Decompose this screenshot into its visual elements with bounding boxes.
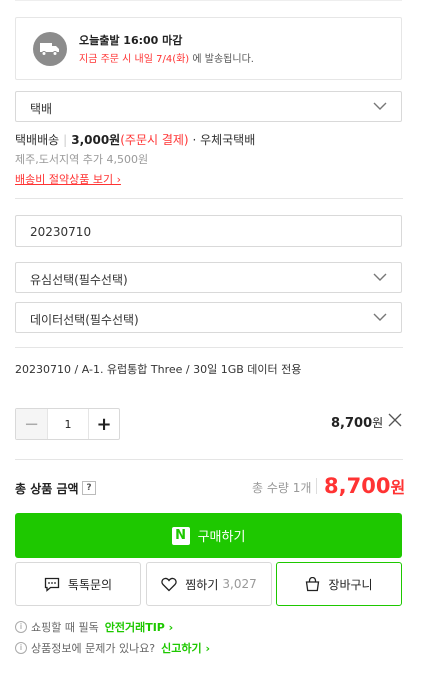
usim-select[interactable]: 유심선택(필수선택)	[15, 262, 402, 293]
shipping-title: 오늘출발 16:00 마감	[79, 34, 183, 47]
delivery-fee: 3,000원	[71, 133, 121, 147]
safe-trade-link[interactable]: 안전거래TIP ›	[105, 619, 174, 635]
divider	[15, 198, 403, 199]
cart-icon	[306, 576, 320, 591]
buy-button[interactable]: N 구매하기	[15, 513, 402, 558]
npay-icon: N	[171, 526, 190, 545]
total-quantity: 총 수량 1개	[252, 481, 312, 495]
option-price: 8,700원	[331, 414, 383, 431]
divider	[15, 459, 403, 460]
chat-icon	[44, 577, 60, 592]
chevron-down-icon	[373, 313, 387, 321]
shipping-subtitle: 지금 주문 시 내일 7/4(화) 에 발송됩니다.	[79, 50, 254, 65]
safe-trade-notice: i 쇼핑할 때 필독 안전거래TIP ›	[15, 619, 173, 635]
help-icon[interactable]: ?	[82, 481, 96, 495]
shipping-date: 지금 주문 시 내일 7/4(화)	[79, 54, 190, 65]
buy-button-label: 구매하기	[197, 530, 246, 545]
wishlist-count: 3,027	[222, 577, 257, 591]
option-price-unit: 원	[372, 416, 384, 430]
shipping-notice: 오늘출발 16:00 마감 지금 주문 시 내일 7/4(화) 에 발송됩니다.	[15, 17, 402, 80]
truck-icon	[33, 32, 67, 66]
top-divider	[15, 0, 402, 1]
heart-icon	[161, 577, 177, 591]
close-icon[interactable]	[388, 413, 402, 427]
usim-select-value: 유심선택(필수선택)	[30, 273, 128, 287]
cart-label: 장바구니	[328, 577, 373, 592]
quantity-stepper: − 1 +	[15, 408, 120, 440]
quantity-decrease-button[interactable]: −	[16, 409, 48, 439]
quantity-value[interactable]: 1	[48, 409, 88, 439]
delivery-method-select[interactable]: 택배	[15, 91, 402, 122]
delivery-method-text: 택배배송	[15, 133, 60, 147]
talk-inquiry-label: 톡톡문의	[67, 577, 113, 592]
report-text: 상품정보에 문제가 있나요?	[31, 642, 156, 655]
total-label: 총 상품 금액	[15, 482, 79, 496]
report-notice: i 상품정보에 문제가 있나요? 신고하기 ›	[15, 640, 210, 656]
delivery-fee-line: 택배배송 | 3,000원(주문시 결제) · 우체국택배	[15, 133, 256, 147]
wishlist-label: 찜하기	[185, 577, 219, 592]
total-price: 8,700원	[324, 474, 405, 498]
total-price-unit: 원	[390, 478, 406, 497]
data-select-value: 데이터선택(필수선택)	[30, 313, 139, 327]
selected-option-name: 20230710 / A-1. 유럽통합 Three / 30일 1GB 데이터…	[15, 363, 302, 376]
total-price-value: 8,700	[324, 474, 391, 498]
report-link[interactable]: 신고하기 ›	[161, 640, 210, 656]
date-input-value: 20230710	[30, 225, 92, 239]
shipping-saving-link[interactable]: 배송비 절약상품 보기 ›	[15, 171, 121, 187]
delivery-fee-note: (주문시 결제)	[120, 133, 189, 147]
date-input[interactable]: 20230710	[15, 215, 402, 247]
cart-button[interactable]: 장바구니	[276, 562, 402, 606]
safe-trade-text: 쇼핑할 때 필독	[31, 621, 99, 634]
delivery-carrier: · 우체국택배	[192, 133, 256, 147]
info-icon: i	[15, 642, 27, 654]
chevron-down-icon	[373, 273, 387, 281]
wishlist-button[interactable]: 찜하기 3,027	[146, 562, 272, 606]
shipping-subtitle-rest: 에 발송됩니다.	[189, 54, 254, 65]
info-icon: i	[15, 621, 27, 633]
divider	[15, 347, 403, 348]
option-price-value: 8,700	[331, 416, 373, 431]
quantity-increase-button[interactable]: +	[88, 409, 119, 439]
data-select[interactable]: 데이터선택(필수선택)	[15, 302, 402, 333]
chevron-down-icon	[373, 102, 387, 110]
delivery-extra-fee: 제주,도서지역 추가 4,500원	[15, 153, 149, 166]
total-divider	[316, 478, 317, 494]
delivery-method-value: 택배	[30, 102, 53, 116]
talk-inquiry-button[interactable]: 톡톡문의	[15, 562, 141, 606]
